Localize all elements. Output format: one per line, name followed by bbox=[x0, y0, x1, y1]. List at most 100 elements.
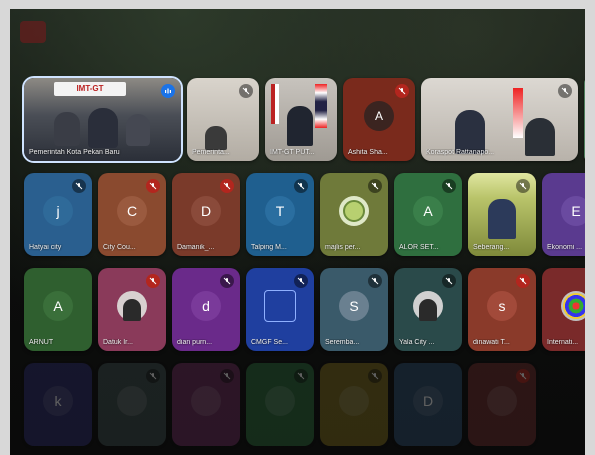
participant-tile[interactable]: CMGF Se... bbox=[246, 268, 314, 351]
flag bbox=[513, 88, 523, 138]
participant-name: ARNUT bbox=[29, 339, 54, 346]
participant-avatar: S bbox=[339, 291, 369, 322]
participant-name: Pemerintah Kota Pekan Baru bbox=[29, 149, 120, 156]
participant-avatar bbox=[561, 291, 585, 322]
mic-muted-icon bbox=[72, 179, 86, 193]
participant-avatar: T bbox=[265, 196, 295, 227]
participant-tile[interactable]: j Hatyai city bbox=[24, 173, 92, 256]
participant-avatar: A bbox=[413, 196, 443, 227]
participant-name: Seberang... bbox=[473, 244, 510, 251]
participant-tile[interactable]: Koraspot Rattanapo... bbox=[421, 78, 578, 161]
seal-icon bbox=[343, 200, 365, 223]
participant-tile[interactable] bbox=[98, 363, 166, 446]
person-silhouette bbox=[287, 106, 313, 146]
participant-avatar: s bbox=[487, 291, 517, 322]
participant-tile[interactable]: S Seremba... bbox=[320, 268, 388, 351]
participant-photo bbox=[117, 291, 147, 322]
participant-tile[interactable]: D bbox=[394, 363, 462, 446]
mic-muted-icon bbox=[220, 179, 234, 193]
person-silhouette bbox=[419, 299, 437, 322]
organization-logo bbox=[339, 196, 369, 227]
participant-tile[interactable]: d dian purn... bbox=[172, 268, 240, 351]
participant-avatar: d bbox=[191, 291, 221, 322]
participant-avatar bbox=[339, 386, 369, 417]
person-silhouette bbox=[54, 112, 80, 146]
meeting-stage: IMT-GT Pemerintah Kota Pekan Baru Pemeri… bbox=[10, 9, 585, 455]
participant-tile[interactable]: s dinawati T... bbox=[468, 268, 536, 351]
participant-name: Damanik_... bbox=[177, 244, 215, 251]
participant-tile[interactable]: Yala City ... bbox=[394, 268, 462, 351]
mic-muted-icon bbox=[294, 369, 308, 383]
speaking-indicator-icon bbox=[161, 84, 175, 98]
mic-muted-icon bbox=[368, 179, 382, 193]
mic-muted-icon bbox=[220, 369, 234, 383]
person-silhouette bbox=[123, 299, 141, 322]
participant-tile[interactable]: IMT-GT PUT... bbox=[265, 78, 337, 161]
participant-avatar: C bbox=[117, 196, 147, 227]
participant-avatar bbox=[265, 386, 295, 417]
participant-tile[interactable]: E Ekonomi ... bbox=[542, 173, 585, 256]
mic-muted-icon bbox=[368, 274, 382, 288]
participant-name: Ashita Sha... bbox=[348, 149, 388, 156]
participant-name: dinawati T... bbox=[473, 339, 510, 346]
colorful-logo-icon bbox=[563, 293, 585, 320]
meeting-logo-icon bbox=[20, 21, 46, 43]
participant-name: majlis per... bbox=[325, 244, 361, 251]
participant-name: Seremba... bbox=[325, 339, 360, 346]
participant-photo bbox=[413, 291, 443, 322]
participant-tile[interactable]: k bbox=[24, 363, 92, 446]
mic-muted-icon bbox=[442, 274, 456, 288]
mic-muted-icon bbox=[220, 274, 234, 288]
mic-muted-icon bbox=[516, 179, 530, 193]
flag bbox=[315, 84, 327, 128]
banner-logo: IMT-GT bbox=[54, 82, 126, 96]
participant-tile[interactable]: Datuk Ir... bbox=[98, 268, 166, 351]
participant-avatar bbox=[117, 386, 147, 417]
participant-name: Talping M... bbox=[251, 244, 287, 251]
mic-muted-icon bbox=[239, 84, 253, 98]
participant-tile[interactable] bbox=[172, 363, 240, 446]
participant-name: IMT-GT PUT... bbox=[270, 149, 315, 156]
participant-tile[interactable] bbox=[320, 363, 388, 446]
participant-tile[interactable]: majlis per... bbox=[320, 173, 388, 256]
participant-tile[interactable] bbox=[468, 363, 536, 446]
participant-avatar: A bbox=[364, 101, 394, 132]
participant-tile[interactable]: A ARNUT bbox=[24, 268, 92, 351]
participant-avatar bbox=[487, 386, 517, 417]
participant-name: Ekonomi ... bbox=[547, 244, 583, 251]
participant-name: CMGF Se... bbox=[251, 339, 288, 346]
mic-muted-icon bbox=[516, 274, 530, 288]
participant-name: Pemerinta... bbox=[192, 149, 230, 156]
mic-muted-icon bbox=[294, 179, 308, 193]
mic-muted-icon bbox=[442, 179, 456, 193]
participant-name: City Cou... bbox=[103, 244, 136, 251]
participant-name: Hatyai city bbox=[29, 244, 62, 251]
participant-tile[interactable] bbox=[246, 363, 314, 446]
participant-avatar bbox=[264, 290, 296, 323]
participant-tile[interactable]: A Ashita Sha... bbox=[343, 78, 415, 161]
mic-muted-icon bbox=[146, 274, 160, 288]
person-silhouette bbox=[205, 126, 227, 150]
participant-tile[interactable]: A ALOR SET... bbox=[394, 173, 462, 256]
participant-tile[interactable]: Pemerinta... bbox=[187, 78, 259, 161]
flag bbox=[271, 84, 279, 124]
participant-tile[interactable]: T Talping M... bbox=[246, 173, 314, 256]
person-silhouette bbox=[88, 108, 118, 148]
participant-tile[interactable] bbox=[584, 78, 585, 161]
participant-name: Internati... bbox=[547, 339, 579, 346]
mic-muted-icon bbox=[368, 369, 382, 383]
participant-avatar: j bbox=[43, 196, 73, 227]
mic-muted-icon bbox=[558, 84, 572, 98]
participant-avatar bbox=[191, 386, 221, 417]
participant-tile[interactable]: D Damanik_... bbox=[172, 173, 240, 256]
mic-muted-icon bbox=[294, 274, 308, 288]
participant-tile[interactable]: IMT-GT Pemerintah Kota Pekan Baru bbox=[22, 76, 183, 163]
mic-muted-icon bbox=[395, 84, 409, 98]
participant-tile[interactable]: Internati... bbox=[542, 268, 585, 351]
person-silhouette bbox=[455, 110, 485, 154]
participant-tile[interactable]: C City Cou... bbox=[98, 173, 166, 256]
person-silhouette bbox=[126, 114, 150, 146]
participant-name: dian purn... bbox=[177, 339, 213, 346]
participant-tile[interactable]: Seberang... bbox=[468, 173, 536, 256]
participant-avatar: D bbox=[413, 386, 443, 417]
